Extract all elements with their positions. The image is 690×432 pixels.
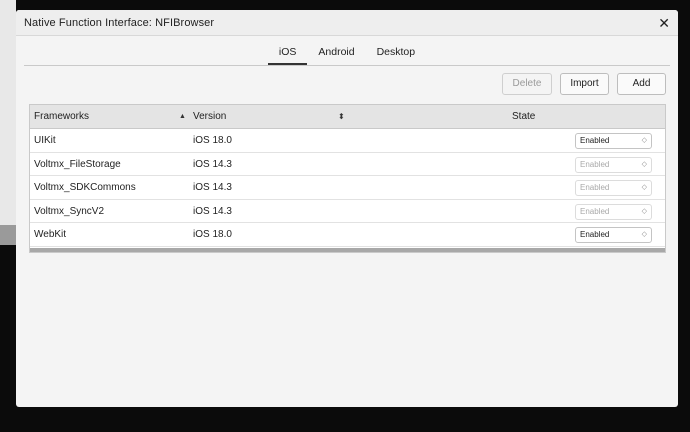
state-value: Enabled — [580, 136, 610, 145]
state-select: Enabled ◇ — [575, 156, 652, 173]
close-icon[interactable]: ✕ — [658, 16, 670, 30]
column-header-version[interactable]: Version — [193, 105, 226, 129]
tab-android[interactable]: Android — [307, 44, 365, 65]
tab-ios[interactable]: iOS — [267, 44, 308, 65]
add-button[interactable]: Add — [617, 73, 666, 95]
state-value: Enabled — [580, 183, 610, 192]
framework-version: iOS 14.3 — [193, 205, 232, 217]
framework-name: Voltmx_FileStorage — [34, 158, 121, 170]
state-select[interactable]: Enabled ◇ — [575, 133, 652, 149]
column-header-frameworks[interactable]: Frameworks — [34, 105, 89, 129]
column-header-state: State — [512, 111, 536, 122]
sort-ascending-icon[interactable]: ▲ — [179, 105, 186, 129]
state-value: Enabled — [580, 230, 610, 239]
frameworks-table: Frameworks ▲ Version ⬍ State UIKit iOS 1… — [29, 104, 666, 253]
table-row[interactable]: Voltmx_FileStorage iOS 14.3 Enabled ◇ — [30, 153, 665, 176]
horizontal-scrollbar[interactable] — [30, 248, 665, 252]
chevron-updown-icon: ◇ — [641, 207, 647, 215]
framework-name: Voltmx_SDKCommons — [34, 182, 136, 193]
platform-tabs: iOS Android Desktop — [16, 44, 678, 66]
table-row[interactable]: Voltmx_SDKCommons iOS 14.3 Enabled ◇ — [30, 176, 665, 200]
dialog-titlebar: Native Function Interface: NFIBrowser ✕ — [16, 10, 678, 36]
framework-version: iOS 18.0 — [193, 229, 232, 240]
framework-version: iOS 14.3 — [193, 182, 232, 193]
tab-desktop[interactable]: Desktop — [366, 44, 427, 65]
chevron-updown-icon: ◇ — [641, 231, 647, 238]
chevron-updown-icon: ◇ — [641, 137, 647, 144]
sort-both-icon[interactable]: ⬍ — [338, 105, 345, 129]
framework-name: UIKit — [34, 135, 56, 146]
state-select[interactable]: Enabled ◇ — [575, 227, 652, 243]
delete-button[interactable]: Delete — [502, 73, 552, 95]
nfi-dialog: Native Function Interface: NFIBrowser ✕ … — [16, 10, 678, 407]
state-value: Enabled — [580, 159, 610, 169]
background-window-edge — [0, 225, 16, 245]
framework-version: iOS 18.0 — [193, 135, 232, 146]
tabs-divider — [24, 65, 670, 66]
state-select: Enabled ◇ — [575, 203, 652, 220]
import-button[interactable]: Import — [560, 73, 609, 95]
framework-name: WebKit — [34, 229, 67, 240]
dialog-title: Native Function Interface: NFIBrowser — [24, 16, 215, 29]
table-row[interactable]: UIKit iOS 18.0 Enabled ◇ — [30, 129, 665, 153]
table-row[interactable]: Voltmx_SyncV2 iOS 14.3 Enabled ◇ — [30, 200, 665, 223]
table-row[interactable]: WebKit iOS 18.0 Enabled ◇ — [30, 223, 665, 247]
background-window — [0, 0, 16, 228]
table-header: Frameworks ▲ Version ⬍ State — [30, 105, 665, 129]
chevron-updown-icon: ◇ — [641, 184, 647, 191]
framework-name: Voltmx_SyncV2 — [34, 205, 105, 217]
chevron-updown-icon: ◇ — [641, 160, 647, 168]
state-select: Enabled ◇ — [575, 180, 652, 196]
framework-version: iOS 14.3 — [193, 158, 232, 170]
state-value: Enabled — [580, 206, 610, 216]
